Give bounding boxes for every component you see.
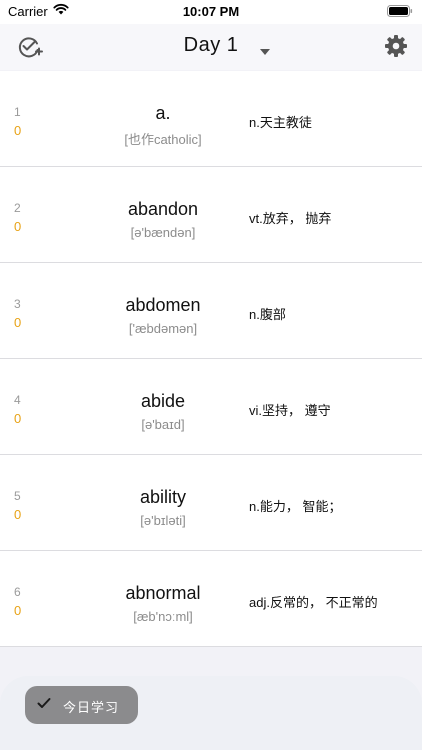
word-index: 4 bbox=[14, 393, 21, 407]
status-bar: Carrier 10:07 PM bbox=[0, 0, 422, 24]
nav-bar: Day 1 bbox=[0, 24, 422, 70]
review-count: 0 bbox=[14, 123, 22, 138]
word-text: abandon bbox=[127, 199, 199, 219]
word-phonetic: [也作catholic] bbox=[124, 132, 202, 147]
word-row[interactable]: 1 0 a. [也作catholic] n.天主教徒 bbox=[0, 71, 422, 167]
day-selector[interactable]: Day 1 bbox=[0, 34, 422, 57]
word-index: 5 bbox=[14, 489, 21, 503]
check-icon bbox=[37, 697, 51, 712]
bottom-panel: 今日学习 bbox=[0, 676, 422, 750]
page-title[interactable]: Day 1 bbox=[184, 34, 239, 56]
word-index: 1 bbox=[14, 105, 21, 119]
word-row[interactable]: 5 0 ability [ə'bɪləti] n.能力， 智能； bbox=[0, 455, 422, 551]
caret-down-icon[interactable] bbox=[260, 42, 270, 60]
word-row[interactable]: 2 0 abandon [ə'bændən] vt.放弃， 抛弃 bbox=[0, 167, 422, 263]
word-index: 3 bbox=[14, 297, 21, 311]
review-count: 0 bbox=[14, 411, 22, 426]
word-index: 6 bbox=[14, 585, 21, 599]
word-row[interactable]: 3 0 abdomen ['æbdəmən] n.腹部 bbox=[0, 263, 422, 359]
today-study-button[interactable]: 今日学习 bbox=[25, 686, 138, 724]
review-count: 0 bbox=[14, 507, 22, 522]
word-phonetic: [ə'baɪd] bbox=[141, 417, 185, 432]
word-phonetic: [æb'nɔːml] bbox=[133, 609, 193, 624]
gear-icon[interactable] bbox=[384, 34, 408, 58]
status-time: 10:07 PM bbox=[182, 4, 240, 19]
word-meaning: n.腹部 bbox=[249, 307, 286, 322]
word-row[interactable]: 4 0 abide [ə'baɪd] vi.坚持， 遵守 bbox=[0, 359, 422, 455]
today-study-label: 今日学习 bbox=[63, 700, 120, 715]
word-phonetic: [ə'bɪləti] bbox=[140, 513, 186, 528]
word-meaning: n.能力， 智能； bbox=[249, 499, 342, 514]
review-count: 0 bbox=[14, 315, 22, 330]
word-text: ability bbox=[139, 487, 187, 507]
word-phonetic: [ə'bændən] bbox=[130, 225, 196, 240]
word-phonetic: ['æbdəmən] bbox=[128, 321, 198, 336]
review-count: 0 bbox=[14, 603, 22, 618]
word-meaning: vi.坚持， 遵守 bbox=[249, 403, 331, 418]
word-text: abdomen bbox=[125, 295, 201, 315]
word-text: abnormal bbox=[125, 583, 201, 603]
battery-icon bbox=[387, 5, 413, 20]
word-text: abide bbox=[140, 391, 186, 411]
review-count: 0 bbox=[14, 219, 22, 234]
word-row[interactable]: 6 0 abnormal [æb'nɔːml] adj.反常的， 不正常的 bbox=[0, 551, 422, 647]
word-list: 1 0 a. [也作catholic] n.天主教徒 2 0 abandon [… bbox=[0, 71, 422, 647]
word-index: 2 bbox=[14, 201, 21, 215]
word-text: a. bbox=[155, 103, 171, 123]
word-meaning: n.天主教徒 bbox=[249, 115, 312, 130]
word-meaning: adj.反常的， 不正常的 bbox=[249, 595, 378, 610]
word-meaning: vt.放弃， 抛弃 bbox=[249, 211, 332, 226]
